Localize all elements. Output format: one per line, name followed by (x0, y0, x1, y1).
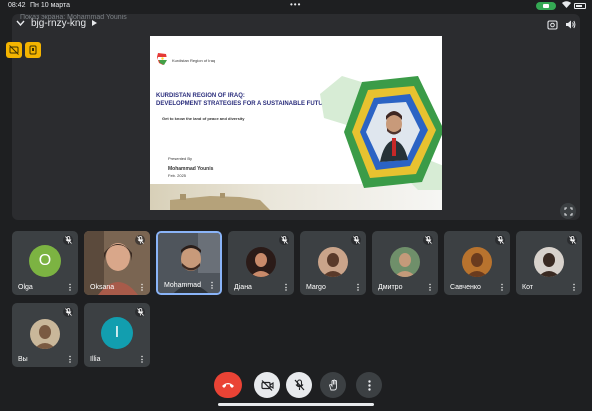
participant-name: Савченко (450, 284, 481, 291)
participant-tile[interactable]: Mohammad ⋮ (156, 231, 222, 295)
more-options-icon[interactable]: ⋮ (282, 283, 290, 292)
logo-text: Kurdistan Region of Iraq (172, 58, 216, 63)
more-options-icon[interactable]: ⋮ (138, 283, 146, 292)
more-options-button[interactable] (356, 372, 382, 398)
meeting-header[interactable]: bjg-rnzy-kng (16, 18, 98, 29)
mic-muted-icon (63, 235, 73, 245)
slide-date: Feb. 2025 (168, 173, 187, 178)
battery-icon (574, 3, 586, 9)
captions-off-icon[interactable] (6, 42, 22, 58)
more-options-icon[interactable]: ⋮ (426, 283, 434, 292)
avatar (462, 247, 492, 277)
network-warning-icon[interactable] (25, 42, 41, 58)
more-options-icon[interactable]: ⋮ (66, 283, 74, 292)
more-options-icon[interactable]: ⋮ (66, 355, 74, 364)
shared-slide: Kurdistan Region of Iraq KURDISTAN REGIO… (150, 36, 442, 210)
mic-muted-icon (63, 307, 73, 317)
hang-up-button[interactable] (214, 372, 242, 398)
participant-name: Діана (234, 284, 252, 291)
participant-name: Mohammad (164, 282, 201, 289)
participant-tile[interactable]: Діана ⋮ (228, 231, 294, 295)
slide-subtitle: Get to know the land of peace and divers… (162, 116, 245, 121)
mic-muted-icon (135, 307, 145, 317)
more-options-icon[interactable]: ⋮ (498, 283, 506, 292)
participant-tile[interactable]: Margo ⋮ (300, 231, 366, 295)
date: Пн 10 марта (30, 2, 71, 9)
avatar (390, 247, 420, 277)
avatar (318, 247, 348, 277)
participant-name: Olga (18, 284, 33, 291)
mic-muted-icon (495, 235, 505, 245)
presented-by-label: Presented By (168, 156, 193, 161)
presenter-portrait (306, 74, 442, 190)
more-options-icon[interactable]: ⋮ (354, 283, 362, 292)
more-options-icon[interactable]: ⋮ (208, 281, 216, 290)
participant-name: Margo (306, 284, 326, 291)
more-options-icon[interactable]: ⋮ (570, 283, 578, 292)
participant-tile[interactable]: Вы ⋮ (12, 303, 78, 367)
status-bar: 08:42 Пн 10 марта ••• (0, 0, 592, 12)
mic-off-button[interactable] (286, 372, 312, 398)
top-right-controls (546, 18, 576, 30)
presenter-name: Mohammad Younis (168, 166, 214, 172)
participant-name: Кот (522, 284, 534, 291)
multitasking-dots[interactable]: ••• (290, 0, 301, 9)
mic-muted-icon (423, 235, 433, 245)
play-icon[interactable] (92, 19, 98, 28)
meeting-code[interactable]: bjg-rnzy-kng (31, 18, 86, 29)
avatar: I (101, 317, 133, 349)
participant-name: Illia (90, 356, 101, 363)
mic-muted-icon (567, 235, 577, 245)
avatar: O (29, 245, 61, 277)
camera-in-use-icon (536, 2, 556, 10)
home-indicator[interactable] (218, 403, 374, 406)
camera-off-button[interactable] (254, 372, 280, 398)
participant-tile[interactable]: Oksana ⋮ (84, 231, 150, 295)
participant-tile[interactable]: O Olga ⋮ (12, 231, 78, 295)
clock: 08:42 (8, 2, 26, 9)
mic-muted-icon (279, 235, 289, 245)
mic-muted-icon (135, 235, 145, 245)
kurdistan-map-logo (156, 52, 168, 66)
participant-name: Oksana (90, 284, 115, 291)
participant-tile[interactable]: Кот ⋮ (516, 231, 582, 295)
participant-name: Вы (18, 356, 28, 363)
wifi-icon (562, 1, 571, 10)
participant-tile[interactable]: Дмитро ⋮ (372, 231, 438, 295)
participant-tile[interactable]: I Illia ⋮ (84, 303, 150, 367)
raise-hand-button[interactable] (320, 372, 346, 398)
call-controls (0, 372, 592, 400)
speaker-icon[interactable] (564, 18, 576, 30)
more-options-icon[interactable]: ⋮ (138, 355, 146, 364)
chevron-down-icon[interactable] (16, 18, 25, 29)
participant-name: Дмитро (378, 284, 403, 291)
participant-tile[interactable]: Савченко ⋮ (444, 231, 510, 295)
mic-muted-icon (351, 235, 361, 245)
avatar (534, 247, 564, 277)
switch-camera-icon[interactable] (546, 18, 558, 30)
avatar (30, 319, 60, 349)
avatar (246, 247, 276, 277)
fullscreen-button[interactable] (560, 203, 576, 219)
